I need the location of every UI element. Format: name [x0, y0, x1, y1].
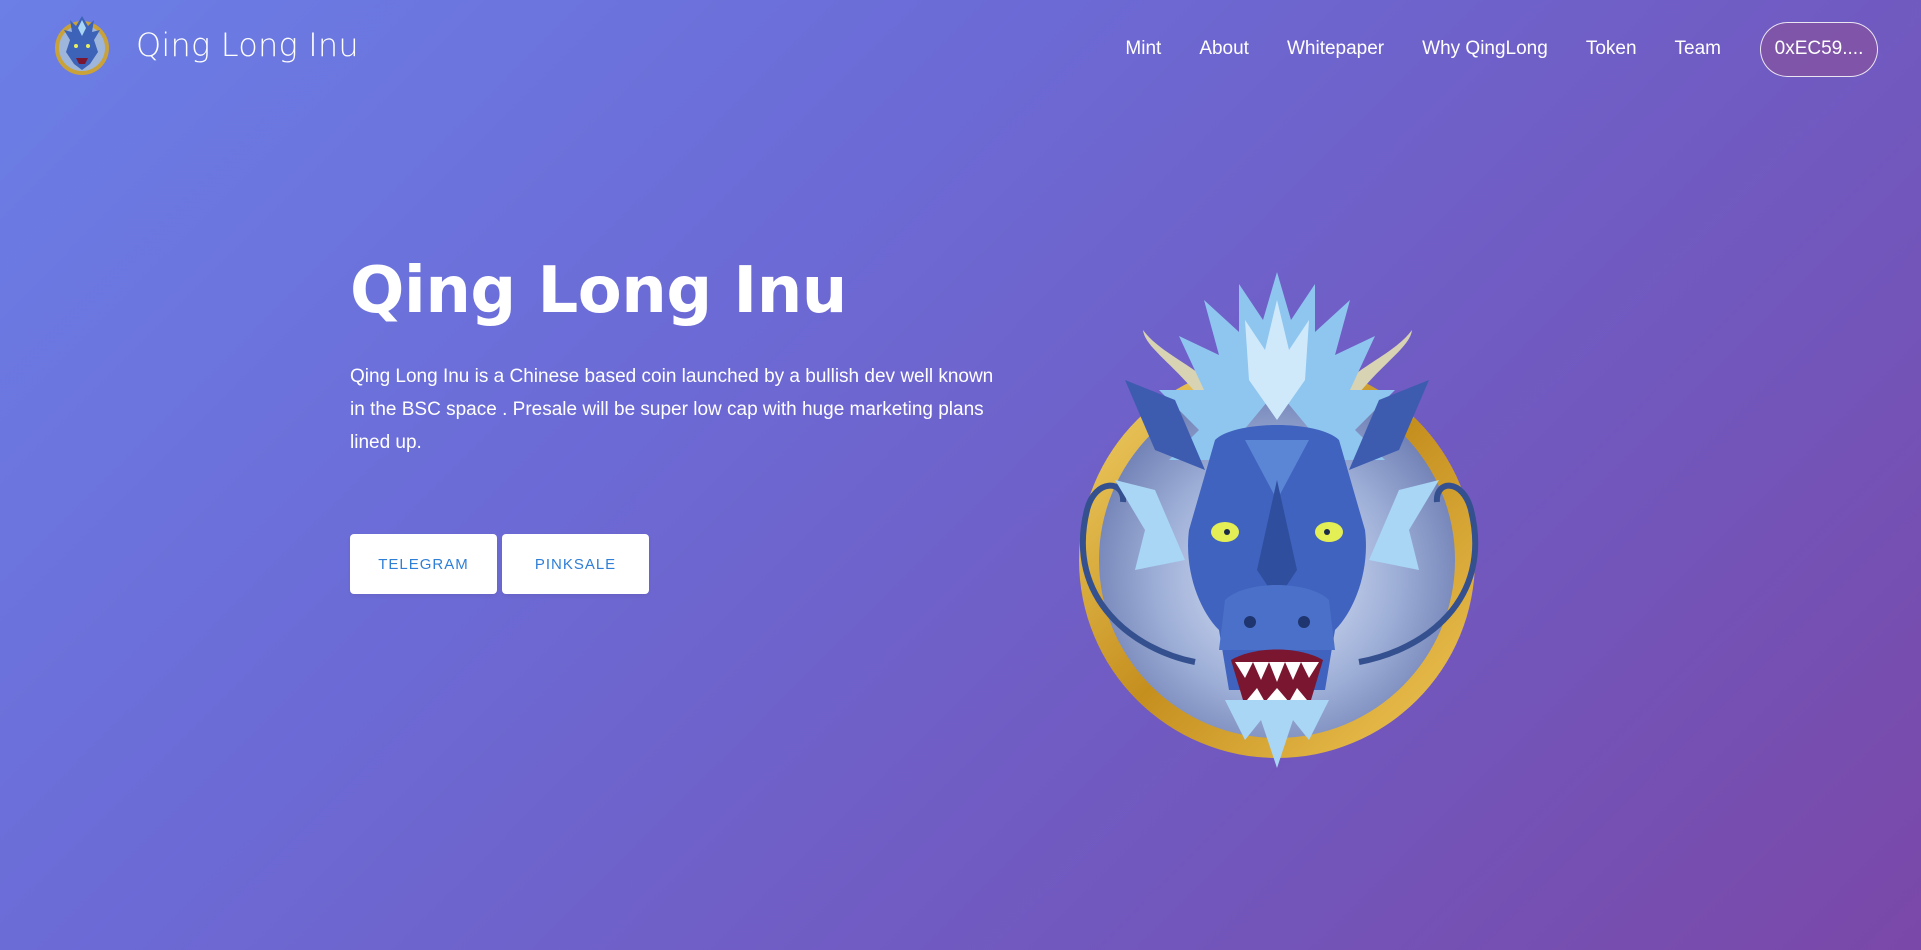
nav-why-qinglong[interactable]: Why QingLong	[1422, 38, 1548, 60]
brand[interactable]: Qing Long Inu	[52, 10, 359, 80]
navbar: Qing Long Inu Mint About Whitepaper Why …	[0, 0, 1921, 96]
nav-mint[interactable]: Mint	[1125, 38, 1161, 60]
nav-whitepaper[interactable]: Whitepaper	[1287, 38, 1384, 60]
hero-section: Qing Long Inu Qing Long Inu is a Chinese…	[350, 252, 1010, 459]
pinksale-button[interactable]: PINKSALE	[502, 534, 649, 594]
telegram-button[interactable]: TELEGRAM	[350, 534, 497, 594]
nav-token[interactable]: Token	[1586, 38, 1637, 60]
hero-title: Qing Long Inu	[350, 254, 847, 328]
nav-about[interactable]: About	[1199, 38, 1249, 60]
wallet-address-button[interactable]: 0xEC59....	[1760, 21, 1878, 77]
dragon-coin-illustration	[1079, 272, 1479, 768]
nav-team[interactable]: Team	[1675, 38, 1721, 60]
hero-description: Qing Long Inu is a Chinese based coin la…	[350, 366, 994, 453]
brand-name: Qing Long Inu	[136, 26, 359, 64]
hero-buttons: TELEGRAM PINKSALE	[350, 534, 649, 594]
main-nav: Mint About Whitepaper Why QingLong Token…	[1125, 20, 1878, 78]
dragon-logo-icon	[55, 16, 109, 75]
